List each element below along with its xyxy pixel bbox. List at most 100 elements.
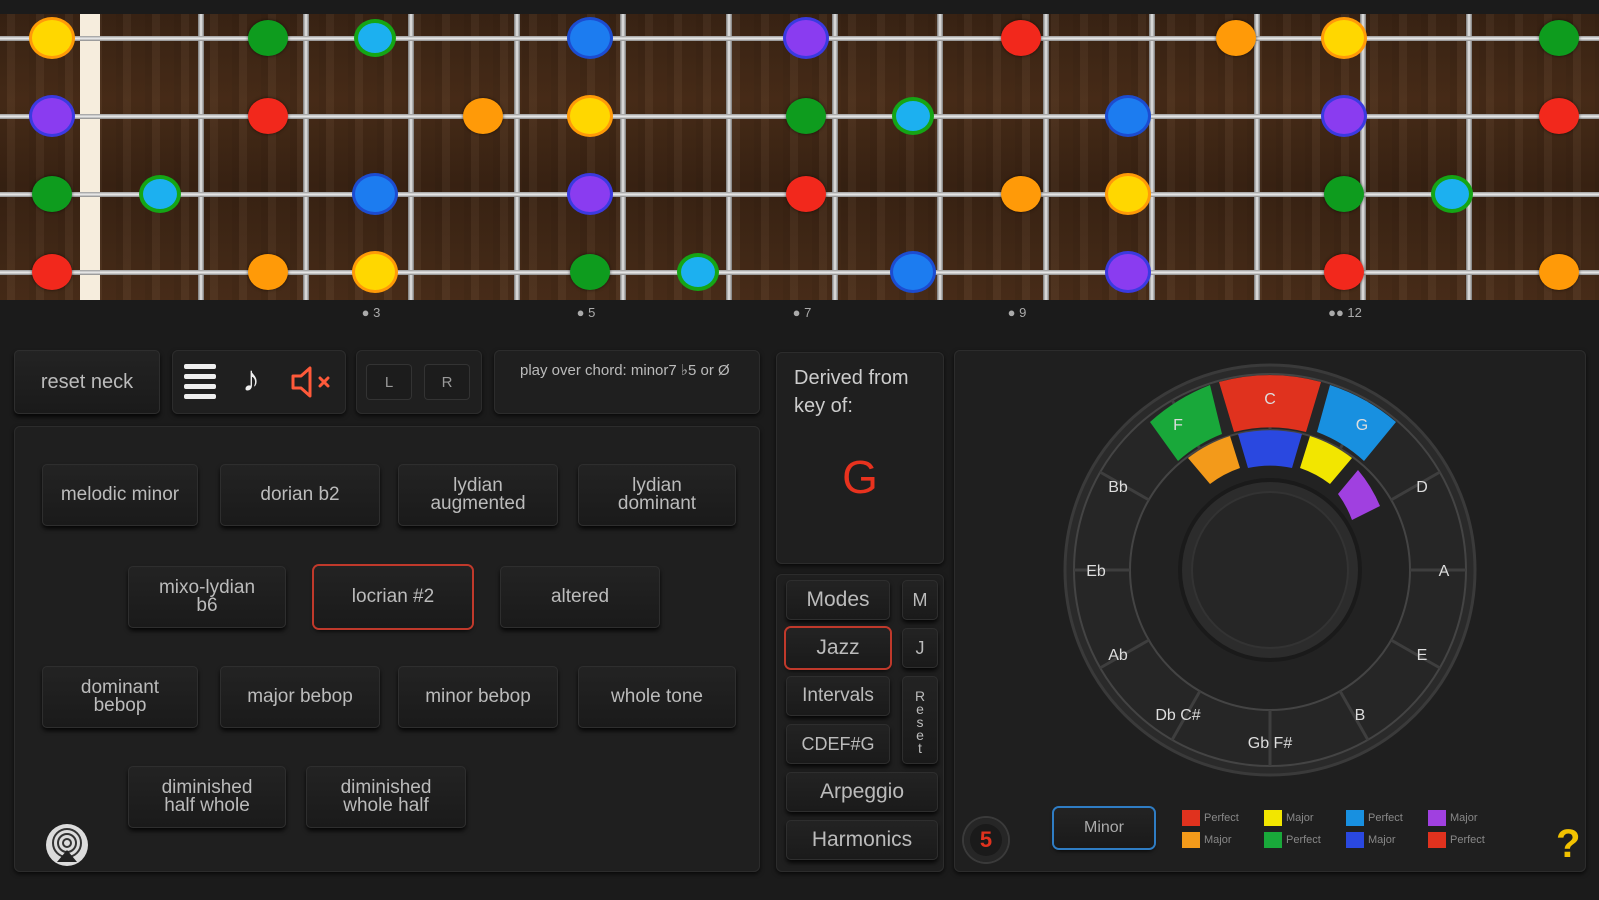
scale-button[interactable]: whole tone [578,666,736,728]
scale-label: minor bebop [425,686,531,707]
legend-item: Major [1346,832,1396,848]
right-hand-button[interactable]: R [424,364,470,400]
scale-button[interactable]: major bebop [220,666,380,728]
note-dot[interactable] [32,98,72,134]
m-button[interactable]: M [902,580,938,620]
note-dot[interactable] [570,98,610,134]
note-dot[interactable] [143,179,177,209]
legend-text: Perfect [1204,811,1239,824]
circle-of-fifths[interactable]: C G D A E B Gb F# Db C# Ab Eb Bb F [1060,360,1480,780]
note-dot[interactable] [893,254,933,290]
note-dot[interactable] [570,254,610,290]
note-dot[interactable] [32,254,72,290]
fret-marker-9: ● 9 [1007,305,1027,320]
scale-button[interactable]: melodic minor [42,464,198,526]
reset-neck-button[interactable]: reset neck [14,350,160,414]
note-dot[interactable] [358,23,392,53]
note-dot[interactable] [1001,20,1041,56]
note-dot[interactable] [32,176,72,212]
scale-button-selected[interactable]: locrian #2 [314,566,472,628]
fret [937,14,943,300]
note-dot[interactable] [463,98,503,134]
scale-label: lydian augmented [430,475,526,514]
key-ab: Ab [1108,647,1128,664]
note-dot[interactable] [248,20,288,56]
segment-inner-blue[interactable] [1238,430,1302,468]
note-dot[interactable] [681,257,715,287]
scale-button[interactable]: lydian augmented [398,464,558,526]
key-g: G [1356,417,1368,434]
modes-button[interactable]: Modes [786,580,890,620]
note-dot[interactable] [570,176,610,212]
harmonics-button[interactable]: Harmonics [786,820,938,860]
handedness-group: L R [356,350,482,414]
fret-marker-12: ●● 12 [1328,305,1362,320]
interval-legend: Perfect Major Major Perfect Perfect Majo… [1182,810,1522,858]
airplay-icon[interactable] [44,822,90,868]
jazz-label: Jazz [816,636,860,659]
note-dot[interactable] [896,101,930,131]
note-dot[interactable] [1539,20,1579,56]
modes-label: Modes [806,588,870,611]
intervals-button[interactable]: Intervals [786,676,890,716]
note-dot[interactable] [1435,179,1469,209]
arpeggio-label: Arpeggio [819,780,905,803]
left-hand-button[interactable]: L [366,364,412,400]
legend-item: Major [1264,810,1314,826]
note-dot[interactable] [1539,254,1579,290]
legend-text: Perfect [1368,811,1403,824]
note-dot[interactable] [786,20,826,56]
fret [198,14,204,300]
note-dot[interactable] [786,98,826,134]
note-dot[interactable] [1324,176,1364,212]
scale-button[interactable]: dorian b2 [220,464,380,526]
derived-key: G [842,451,878,503]
fret [832,14,838,300]
help-icon[interactable]: ? [1556,822,1580,867]
note-dot[interactable] [1108,176,1148,212]
note-dot[interactable] [1108,254,1148,290]
arpeggio-button[interactable]: Arpeggio [786,772,938,812]
note-dot[interactable] [1216,20,1256,56]
note-dot[interactable] [786,176,826,212]
note-dot[interactable] [1324,254,1364,290]
jazz-button[interactable]: Jazz [786,628,890,668]
note-dot[interactable] [1001,176,1041,212]
count-badge[interactable]: 5 [964,818,1008,862]
scale-button[interactable]: diminished whole half [306,766,466,828]
note-dot[interactable] [248,254,288,290]
reset-button[interactable]: Reset [902,676,938,764]
note-dot[interactable] [1539,98,1579,134]
menu-icon[interactable] [184,364,216,400]
note-dot[interactable] [1324,20,1364,56]
scale-button[interactable]: mixo-lydian b6 [128,566,286,628]
note-dot[interactable] [248,98,288,134]
fret-marker-label: 5 [588,305,596,320]
legend-swatch [1264,832,1282,848]
j-label: J [915,638,925,658]
key-f: F [1173,417,1183,434]
scale-button[interactable]: diminished half whole [128,766,286,828]
note-dot[interactable] [32,20,72,56]
note-dot[interactable] [355,254,395,290]
minor-button[interactable]: Minor [1054,808,1154,848]
note-dot[interactable] [1108,98,1148,134]
note-dot[interactable] [355,176,395,212]
fret-marker-label: 7 [804,305,812,320]
legend-text: Major [1450,811,1478,824]
scale-button[interactable]: dominant bebop [42,666,198,728]
music-note-icon[interactable]: ♪ [242,358,260,400]
legend-swatch [1182,832,1200,848]
note-dot[interactable] [570,20,610,56]
key-e: E [1417,647,1428,664]
note-dot[interactable] [1324,98,1364,134]
scale-button[interactable]: altered [500,566,660,628]
j-button[interactable]: J [902,628,938,668]
cdefg-button[interactable]: CDEF#G [786,724,890,764]
scale-label: diminished half whole [161,777,253,816]
scale-button[interactable]: minor bebop [398,666,558,728]
scale-button[interactable]: lydian dominant [578,464,736,526]
minor-label: Minor [1083,819,1124,836]
mute-icon[interactable] [290,364,336,400]
fretboard[interactable] [0,14,1599,300]
